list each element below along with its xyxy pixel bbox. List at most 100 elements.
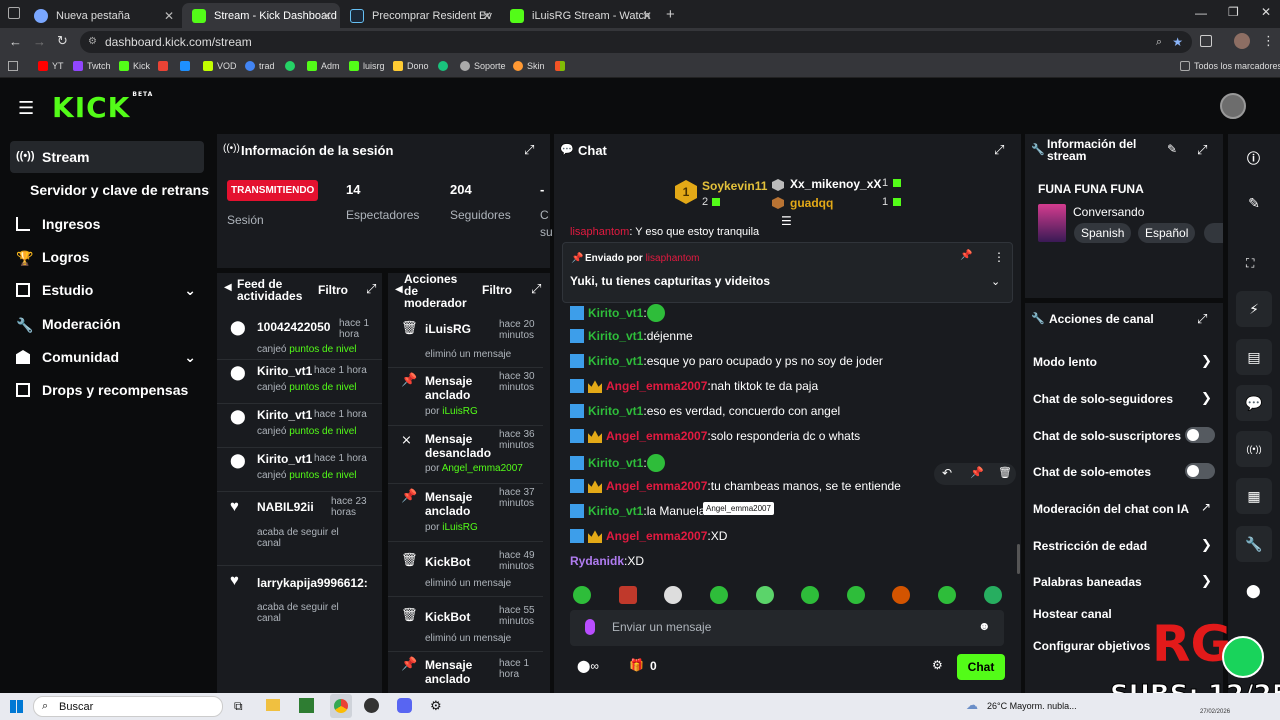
channel-action-banned-words[interactable]: Palabras baneadas xyxy=(1033,575,1142,589)
channel-action-host[interactable]: Hostear canal xyxy=(1033,607,1112,621)
chevron-right-icon[interactable]: ❯ xyxy=(1201,353,1212,369)
chat-user[interactable]: Kirito_vt1 xyxy=(588,456,643,470)
delete-message-icon[interactable]: 🗑 xyxy=(998,466,1012,479)
chat-user[interactable]: Angel_emma2007 xyxy=(606,529,707,543)
chat-user[interactable]: Kirito_vt1 xyxy=(588,404,643,418)
microphone-icon[interactable] xyxy=(585,619,595,635)
close-tab-icon[interactable]: ✕ xyxy=(482,9,492,23)
chat-message[interactable]: Angel_emma2007: tu chambeas manos, se te… xyxy=(570,479,901,493)
chat-message[interactable]: Kirito_vt1: esque yo paro ocupado y ps n… xyxy=(570,354,883,368)
emote-icon[interactable] xyxy=(892,586,910,604)
points-icon[interactable]: ⬤ xyxy=(1246,583,1261,599)
chat-scrollbar[interactable] xyxy=(1017,544,1020,574)
url-input[interactable]: ⚙ dashboard.kick.com/stream ⌕ ★ xyxy=(80,31,1192,53)
apps-grid-icon[interactable] xyxy=(8,61,18,71)
file-explorer-icon[interactable] xyxy=(266,699,280,711)
popout-icon[interactable]: ⤢ xyxy=(1197,311,1207,327)
sidebar-item-moderacion[interactable]: 🔧 Moderación xyxy=(10,308,204,340)
hamburger-menu-icon[interactable]: ☰ xyxy=(18,98,34,119)
emotes-only-toggle[interactable] xyxy=(1185,463,1215,479)
kick-logo[interactable]: KICK BETA xyxy=(52,91,153,124)
sidebar-item-ingresos[interactable]: Ingresos xyxy=(10,208,204,240)
forward-icon[interactable]: → xyxy=(33,34,46,49)
bookmark-adm[interactable]: Adm xyxy=(307,61,340,71)
maximize-icon[interactable]: ❐ xyxy=(1228,5,1239,19)
task-view-icon[interactable]: ⧉ xyxy=(234,699,243,714)
minimize-icon[interactable]: — xyxy=(1195,6,1207,20)
popout-icon[interactable]: ⤢ xyxy=(531,281,541,297)
emote-icon[interactable] xyxy=(801,586,819,604)
channel-action-followers-only[interactable]: Chat de solo-seguidores xyxy=(1033,392,1173,406)
close-window-icon[interactable]: ✕ xyxy=(1261,5,1271,19)
bookmark-yt[interactable]: YT xyxy=(38,61,64,71)
discord-icon[interactable] xyxy=(397,698,412,713)
close-tab-icon[interactable]: ✕ xyxy=(642,9,652,23)
chat-user[interactable]: Kirito_vt1 xyxy=(588,306,643,320)
sidebar-item-stream[interactable]: ((•)) Stream xyxy=(10,141,204,173)
emote-icon[interactable] xyxy=(573,586,591,604)
rail-button-tools[interactable]: 🔧 xyxy=(1236,526,1272,562)
browser-tab[interactable]: Nueva pestaña ✕ xyxy=(24,3,182,28)
chat-message[interactable]: Rydanidk: XD xyxy=(570,554,644,568)
bookmark-gmail[interactable] xyxy=(158,61,172,71)
chat-message[interactable]: Angel_emma2007: solo responderia dc o wh… xyxy=(570,429,860,443)
unpin-icon[interactable]: 📌 xyxy=(960,250,972,261)
bookmark-kick[interactable]: Kick xyxy=(119,61,150,71)
bookmark-site[interactable] xyxy=(180,61,194,71)
emoji-picker-icon[interactable]: ☻ xyxy=(978,619,991,633)
extensions-icon[interactable] xyxy=(1200,35,1212,47)
emote-icon[interactable] xyxy=(756,586,774,604)
channel-action-emotes-only[interactable]: Chat de solo-emotes xyxy=(1033,465,1151,479)
user-avatar[interactable] xyxy=(1220,93,1246,119)
chat-message[interactable]: Angel_emma2007: nah tiktok te da paja xyxy=(570,379,818,393)
rail-button-layout[interactable]: ▦ xyxy=(1236,478,1272,514)
close-tab-icon[interactable]: ✕ xyxy=(322,9,332,23)
camera-focus-icon[interactable]: ⛶ xyxy=(1246,256,1254,271)
channel-action-goals[interactable]: Configurar objetivos xyxy=(1033,639,1150,653)
sidebar-item-comunidad[interactable]: Comunidad ⌄ xyxy=(10,341,204,373)
pin-message-icon[interactable]: 📌 xyxy=(970,466,984,479)
chevron-right-icon[interactable]: ❯ xyxy=(1201,537,1212,553)
chevron-right-icon[interactable]: ❯ xyxy=(1201,573,1212,589)
channel-action-age-restriction[interactable]: Restricción de edad xyxy=(1033,539,1147,553)
sidebar-item-server-key[interactable]: Servidor y clave de retransm xyxy=(10,174,210,206)
rail-button-broadcast[interactable]: ((•)) xyxy=(1236,431,1272,467)
reply-icon[interactable]: ↶ xyxy=(942,466,952,480)
chat-user[interactable]: Angel_emma2007 xyxy=(606,429,707,443)
chat-message[interactable]: Angel_emma2007: XD xyxy=(570,529,727,543)
obs-icon[interactable] xyxy=(364,698,379,713)
chat-user[interactable]: Angel_emma2007 xyxy=(606,479,707,493)
chat-send-button[interactable]: Chat xyxy=(957,654,1005,680)
bookmark-dono[interactable]: Dono xyxy=(393,61,429,71)
menu-kebab-icon[interactable]: ⋮ xyxy=(1262,33,1275,49)
chat-message[interactable]: Kirito_vt1: xyxy=(570,304,665,322)
bookmark-whatsapp[interactable] xyxy=(285,61,299,71)
tab-search-icon[interactable] xyxy=(8,7,20,19)
channel-action-ai-moderation[interactable]: Moderación del chat con IA xyxy=(1033,502,1189,516)
reload-icon[interactable]: ↻ xyxy=(57,33,68,49)
leader-name[interactable]: Xx_mikenoy_xX xyxy=(790,177,881,191)
chat-user[interactable]: Kirito_vt1 xyxy=(588,504,643,518)
rail-button-flash[interactable]: ⚡ xyxy=(1236,291,1272,327)
rail-button-chat[interactable]: 💬 xyxy=(1236,385,1272,421)
bookmark-trad[interactable]: trad xyxy=(245,61,275,71)
settings-icon[interactable]: ⚙ xyxy=(430,698,442,714)
chat-user[interactable]: Kirito_vt1 xyxy=(588,329,643,343)
bookmark-vod[interactable]: VOD xyxy=(203,61,237,71)
sidebar-item-drops[interactable]: Drops y recompensas xyxy=(10,374,204,406)
chrome-taskbar-button[interactable] xyxy=(330,694,352,718)
chat-user[interactable]: Rydanidk xyxy=(570,554,624,568)
browser-tab[interactable]: iLuisRG Stream - Watch Live on ✕ xyxy=(500,3,660,28)
more-options-icon[interactable]: ⋮ xyxy=(993,250,1005,264)
emote-icon[interactable] xyxy=(938,586,956,604)
emote-icon[interactable] xyxy=(664,586,682,604)
chevron-right-icon[interactable]: ❯ xyxy=(1201,390,1212,406)
channel-points-icon[interactable]: ⬤∞ xyxy=(577,659,599,673)
profile-avatar-icon[interactable] xyxy=(1234,33,1250,49)
subscribers-only-toggle[interactable] xyxy=(1185,427,1215,443)
popout-icon[interactable]: ⤢ xyxy=(524,142,534,158)
popout-icon[interactable]: ⤢ xyxy=(994,142,1004,158)
browser-tab[interactable]: Precomprar Resident Evil Requ ✕ xyxy=(340,3,500,28)
bookmark-luisrg[interactable]: luisrg xyxy=(349,61,385,71)
emote-icon[interactable] xyxy=(984,586,1002,604)
